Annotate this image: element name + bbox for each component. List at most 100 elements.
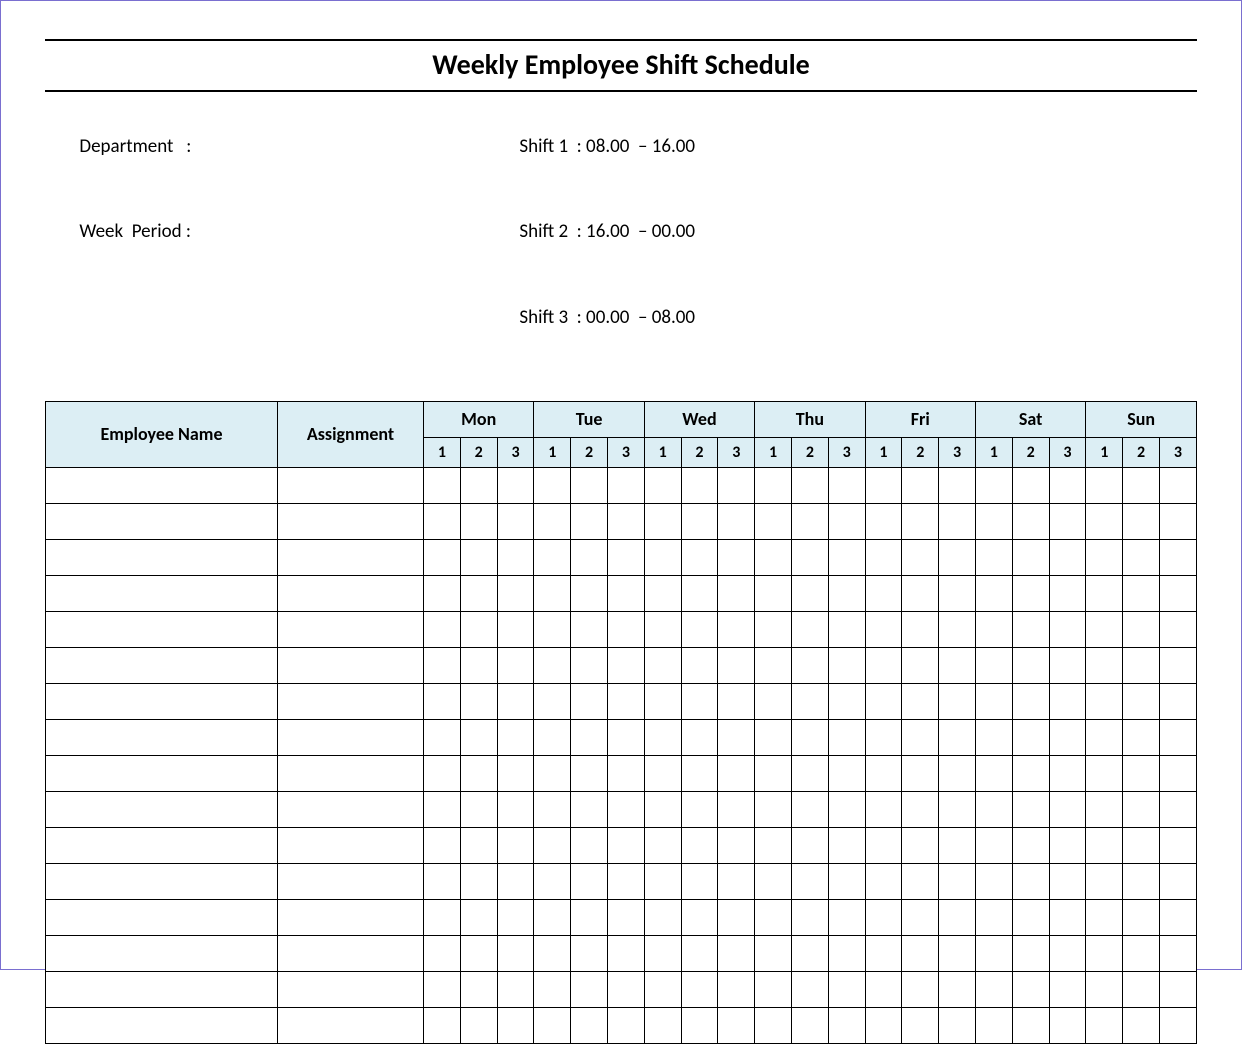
- cell-shift[interactable]: [497, 503, 534, 539]
- cell-shift[interactable]: [424, 1007, 461, 1043]
- cell-shift[interactable]: [497, 971, 534, 1007]
- cell-employee-name[interactable]: [46, 1007, 278, 1043]
- cell-shift[interactable]: [865, 971, 902, 1007]
- cell-shift[interactable]: [718, 467, 755, 503]
- cell-shift[interactable]: [681, 647, 718, 683]
- cell-shift[interactable]: [718, 719, 755, 755]
- cell-shift[interactable]: [497, 935, 534, 971]
- cell-shift[interactable]: [1049, 935, 1086, 971]
- cell-shift[interactable]: [939, 467, 976, 503]
- cell-shift[interactable]: [571, 719, 608, 755]
- cell-shift[interactable]: [865, 539, 902, 575]
- cell-shift[interactable]: [1049, 899, 1086, 935]
- cell-employee-name[interactable]: [46, 863, 278, 899]
- cell-shift[interactable]: [828, 611, 865, 647]
- cell-shift[interactable]: [1049, 863, 1086, 899]
- cell-assignment[interactable]: [278, 935, 424, 971]
- cell-assignment[interactable]: [278, 467, 424, 503]
- cell-shift[interactable]: [975, 1007, 1012, 1043]
- cell-shift[interactable]: [1123, 971, 1160, 1007]
- cell-shift[interactable]: [460, 935, 497, 971]
- cell-shift[interactable]: [1159, 467, 1196, 503]
- cell-shift[interactable]: [460, 503, 497, 539]
- cell-shift[interactable]: [681, 935, 718, 971]
- cell-shift[interactable]: [1123, 539, 1160, 575]
- cell-shift[interactable]: [755, 503, 792, 539]
- cell-shift[interactable]: [497, 647, 534, 683]
- cell-shift[interactable]: [607, 539, 644, 575]
- cell-shift[interactable]: [644, 1007, 681, 1043]
- cell-shift[interactable]: [571, 755, 608, 791]
- cell-shift[interactable]: [828, 1007, 865, 1043]
- cell-shift[interactable]: [865, 755, 902, 791]
- cell-shift[interactable]: [939, 503, 976, 539]
- cell-shift[interactable]: [607, 611, 644, 647]
- cell-shift[interactable]: [571, 683, 608, 719]
- cell-shift[interactable]: [865, 719, 902, 755]
- cell-shift[interactable]: [571, 827, 608, 863]
- cell-shift[interactable]: [424, 647, 461, 683]
- cell-shift[interactable]: [681, 1007, 718, 1043]
- cell-shift[interactable]: [681, 719, 718, 755]
- cell-shift[interactable]: [644, 935, 681, 971]
- cell-shift[interactable]: [975, 863, 1012, 899]
- cell-assignment[interactable]: [278, 719, 424, 755]
- cell-shift[interactable]: [460, 755, 497, 791]
- cell-shift[interactable]: [791, 899, 828, 935]
- cell-shift[interactable]: [1049, 683, 1086, 719]
- cell-shift[interactable]: [424, 611, 461, 647]
- cell-shift[interactable]: [718, 935, 755, 971]
- cell-shift[interactable]: [497, 575, 534, 611]
- cell-shift[interactable]: [1049, 539, 1086, 575]
- cell-shift[interactable]: [534, 1007, 571, 1043]
- cell-shift[interactable]: [791, 935, 828, 971]
- cell-shift[interactable]: [791, 971, 828, 1007]
- cell-shift[interactable]: [975, 503, 1012, 539]
- cell-shift[interactable]: [460, 575, 497, 611]
- cell-shift[interactable]: [902, 683, 939, 719]
- cell-shift[interactable]: [975, 899, 1012, 935]
- cell-shift[interactable]: [644, 755, 681, 791]
- cell-shift[interactable]: [1123, 719, 1160, 755]
- cell-employee-name[interactable]: [46, 827, 278, 863]
- cell-shift[interactable]: [460, 791, 497, 827]
- cell-shift[interactable]: [1123, 503, 1160, 539]
- cell-shift[interactable]: [975, 719, 1012, 755]
- cell-shift[interactable]: [718, 1007, 755, 1043]
- cell-shift[interactable]: [1086, 1007, 1123, 1043]
- cell-shift[interactable]: [424, 683, 461, 719]
- cell-shift[interactable]: [1123, 611, 1160, 647]
- cell-shift[interactable]: [1012, 1007, 1049, 1043]
- cell-shift[interactable]: [460, 719, 497, 755]
- cell-shift[interactable]: [755, 791, 792, 827]
- cell-shift[interactable]: [534, 971, 571, 1007]
- cell-shift[interactable]: [1086, 899, 1123, 935]
- cell-shift[interactable]: [460, 863, 497, 899]
- cell-shift[interactable]: [424, 503, 461, 539]
- cell-shift[interactable]: [534, 755, 571, 791]
- cell-shift[interactable]: [975, 467, 1012, 503]
- cell-assignment[interactable]: [278, 1007, 424, 1043]
- cell-shift[interactable]: [681, 755, 718, 791]
- cell-shift[interactable]: [1049, 1007, 1086, 1043]
- cell-shift[interactable]: [902, 791, 939, 827]
- cell-shift[interactable]: [1012, 935, 1049, 971]
- cell-shift[interactable]: [644, 899, 681, 935]
- cell-shift[interactable]: [497, 719, 534, 755]
- cell-shift[interactable]: [865, 611, 902, 647]
- cell-shift[interactable]: [1159, 647, 1196, 683]
- cell-shift[interactable]: [1012, 791, 1049, 827]
- cell-shift[interactable]: [534, 503, 571, 539]
- cell-shift[interactable]: [939, 971, 976, 1007]
- cell-shift[interactable]: [534, 683, 571, 719]
- cell-shift[interactable]: [607, 719, 644, 755]
- cell-shift[interactable]: [1123, 899, 1160, 935]
- cell-shift[interactable]: [755, 863, 792, 899]
- cell-shift[interactable]: [424, 899, 461, 935]
- cell-shift[interactable]: [571, 467, 608, 503]
- cell-shift[interactable]: [718, 647, 755, 683]
- cell-shift[interactable]: [1159, 683, 1196, 719]
- cell-shift[interactable]: [607, 791, 644, 827]
- cell-shift[interactable]: [902, 467, 939, 503]
- cell-shift[interactable]: [681, 539, 718, 575]
